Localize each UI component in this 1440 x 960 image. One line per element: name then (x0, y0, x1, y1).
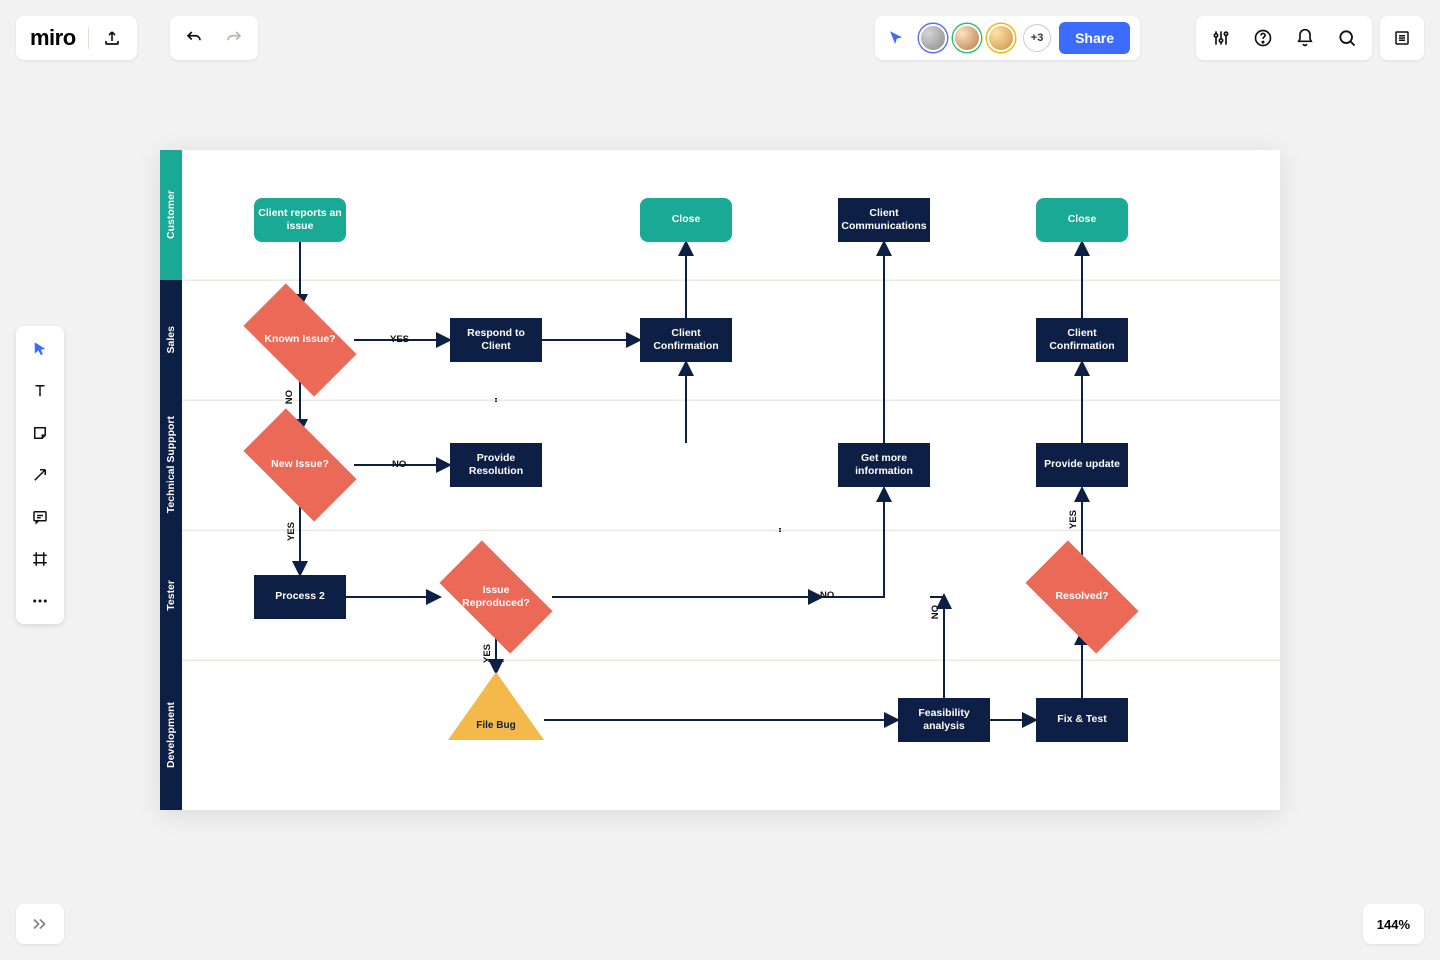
node-issue-repro[interactable]: Issue Reproduced? (446, 557, 546, 637)
export-icon[interactable] (101, 27, 123, 49)
node-close1[interactable]: Close (640, 198, 732, 242)
node-file-bug-label: File Bug (448, 720, 544, 731)
swimlane-label: Sales (165, 326, 177, 353)
swimlane-header[interactable]: Development (160, 660, 182, 810)
select-icon[interactable] (29, 336, 51, 362)
edge-label: YES (390, 334, 409, 345)
node-resolved[interactable]: Resolved? (1032, 557, 1132, 637)
text-icon[interactable] (29, 378, 51, 404)
lane-separator (182, 660, 1280, 661)
node-provide-update[interactable]: Provide update (1036, 443, 1128, 487)
topbar-share: +3 Share (875, 16, 1140, 60)
avatar[interactable] (919, 24, 947, 52)
swimlane-header[interactable]: Sales (160, 280, 182, 400)
help-icon[interactable] (1252, 27, 1274, 49)
swimlane-header[interactable]: Tester (160, 530, 182, 660)
sticky-icon[interactable] (29, 420, 51, 446)
node-client-reports[interactable]: Client reports an issue (254, 198, 346, 242)
topbar-left: miro (16, 16, 137, 60)
edge-label: NO (930, 605, 941, 619)
search-icon[interactable] (1336, 27, 1358, 49)
node-client-comm[interactable]: Client Communications (838, 198, 930, 242)
redo-icon[interactable] (223, 27, 245, 49)
node-known-issue[interactable]: Known Issue? (250, 300, 350, 380)
edge-label: YES (286, 522, 297, 541)
panel-icon (1391, 27, 1413, 49)
swimlane-header[interactable]: Technical Suppport (160, 400, 182, 530)
swimlane-label: Tester (165, 580, 177, 611)
edge-label: NO (820, 590, 834, 601)
node-new-issue[interactable]: New Issue? (250, 425, 350, 505)
node-process2[interactable]: Process 2 (254, 575, 346, 619)
lane-separator (182, 400, 1280, 401)
node-client-conf2[interactable]: Client Confirmation (1036, 318, 1128, 362)
lane-separator (182, 280, 1280, 281)
share-button[interactable]: Share (1059, 22, 1130, 54)
node-feasibility[interactable]: Feasibility analysis (898, 698, 990, 742)
logo[interactable]: miro (30, 25, 76, 51)
cursor-icon[interactable] (885, 27, 907, 49)
edge-label: NO (392, 459, 406, 470)
swimlane-label: Customer (165, 190, 177, 239)
node-client-conf1[interactable]: Client Confirmation (640, 318, 732, 362)
zoom-level[interactable]: 144% (1363, 904, 1424, 944)
swimlane-header[interactable]: Customer (160, 150, 182, 280)
edge-label: NO (284, 390, 295, 404)
edge-label: YES (482, 644, 493, 663)
node-provide-res[interactable]: Provide Resolution (450, 443, 542, 487)
avatar[interactable] (953, 24, 981, 52)
topbar-panel[interactable] (1380, 16, 1424, 60)
board-canvas[interactable]: Customer Sales Technical Suppport Tester… (160, 150, 1280, 810)
node-close2[interactable]: Close (1036, 198, 1128, 242)
topbar-icons (1196, 16, 1372, 60)
avatar[interactable] (987, 24, 1015, 52)
collapse-button[interactable] (16, 904, 64, 944)
undo-icon[interactable] (183, 27, 205, 49)
left-toolbar (16, 326, 64, 624)
lane-separator (182, 530, 1280, 531)
node-get-more[interactable]: Get more information (838, 443, 930, 487)
node-fix-test[interactable]: Fix & Test (1036, 698, 1128, 742)
swimlane-label: Technical Suppport (165, 416, 177, 513)
bell-icon[interactable] (1294, 27, 1316, 49)
more-icon[interactable] (29, 588, 51, 614)
swimlane-label: Development (165, 702, 177, 768)
comment-icon[interactable] (29, 504, 51, 530)
frame-icon[interactable] (29, 546, 51, 572)
divider (88, 27, 89, 49)
undo-redo-group (170, 16, 258, 60)
more-users[interactable]: +3 (1023, 24, 1051, 52)
settings-icon[interactable] (1210, 27, 1232, 49)
edge-label: YES (1068, 510, 1079, 529)
node-respond[interactable]: Respond to Client (450, 318, 542, 362)
arrow-icon[interactable] (29, 462, 51, 488)
